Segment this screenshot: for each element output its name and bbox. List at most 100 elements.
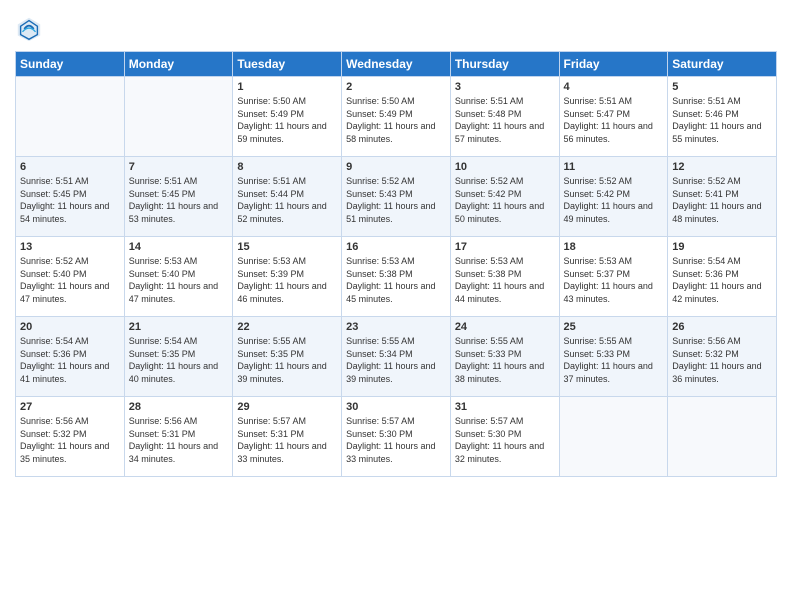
day-number: 17 [455,241,555,253]
cell-line: Sunset: 5:39 PM [237,268,337,281]
cell-line: Sunset: 5:32 PM [20,428,120,441]
cell-line: Daylight: 11 hours and 53 minutes. [129,200,229,225]
cell-line: Daylight: 11 hours and 52 minutes. [237,200,337,225]
cell-info: Sunrise: 5:57 AMSunset: 5:30 PMDaylight:… [455,415,555,465]
cell-line: Daylight: 11 hours and 39 minutes. [346,360,446,385]
cell-line: Daylight: 11 hours and 37 minutes. [564,360,664,385]
day-number: 22 [237,321,337,333]
cell-line: Sunrise: 5:51 AM [672,95,772,108]
cell-line: Sunrise: 5:50 AM [346,95,446,108]
cell-line: Sunrise: 5:55 AM [564,335,664,348]
cell-line: Sunrise: 5:56 AM [129,415,229,428]
calendar-cell: 21Sunrise: 5:54 AMSunset: 5:35 PMDayligh… [124,317,233,397]
cell-line: Sunrise: 5:51 AM [237,175,337,188]
day-number: 1 [237,81,337,93]
cell-info: Sunrise: 5:51 AMSunset: 5:45 PMDaylight:… [129,175,229,225]
cell-line: Daylight: 11 hours and 47 minutes. [129,280,229,305]
calendar-cell: 12 Sunrise: 5:52 AMSunset: 5:41 PMDayligh… [668,157,777,237]
calendar-container: SundayMondayTuesdayWednesdayThursdayFrid… [0,0,792,492]
cell-info: Sunrise: 5:54 AMSunset: 5:36 PMDaylight:… [20,335,120,385]
cell-line: Sunrise: 5:57 AM [237,415,337,428]
cell-line: Sunrise: 5:54 AM [20,335,120,348]
cell-line: Sunset: 5:40 PM [20,268,120,281]
calendar-cell: 14Sunrise: 5:53 AMSunset: 5:40 PMDayligh… [124,237,233,317]
calendar-cell: 18Sunrise: 5:53 AMSunset: 5:37 PMDayligh… [559,237,668,317]
cell-line: Daylight: 11 hours and 50 minutes. [455,200,555,225]
cell-info: Sunrise: 5:51 AMSunset: 5:47 PMDaylight:… [564,95,664,145]
calendar-cell [668,397,777,477]
calendar-row: 27Sunrise: 5:56 AMSunset: 5:32 PMDayligh… [16,397,777,477]
calendar-row: 13Sunrise: 5:52 AMSunset: 5:40 PMDayligh… [16,237,777,317]
cell-info: Sunrise: 5:56 AMSunset: 5:31 PMDaylight:… [129,415,229,465]
cell-line: Sunset: 5:36 PM [20,348,120,361]
cell-info: Sunrise: 5:50 AMSunset: 5:49 PMDaylight:… [346,95,446,145]
cell-line: Sunrise: 5:52 AM [564,175,664,188]
cell-line: Sunrise: 5:57 AM [455,415,555,428]
cell-line: Sunrise: 5:52 AM [20,255,120,268]
calendar-row: 1 Sunrise: 5:50 AMSunset: 5:49 PMDaylight… [16,77,777,157]
cell-info: Sunrise: 5:52 AMSunset: 5:40 PMDaylight:… [20,255,120,305]
cell-info: Sunrise: 5:53 AMSunset: 5:40 PMDaylight:… [129,255,229,305]
day-number: 12 [672,161,772,173]
cell-line: Daylight: 11 hours and 51 minutes. [346,200,446,225]
calendar-row: 20Sunrise: 5:54 AMSunset: 5:36 PMDayligh… [16,317,777,397]
cell-line: Daylight: 11 hours and 45 minutes. [346,280,446,305]
cell-line: Sunrise: 5:54 AM [129,335,229,348]
calendar-cell: 22Sunrise: 5:55 AMSunset: 5:35 PMDayligh… [233,317,342,397]
calendar-cell: 19Sunrise: 5:54 AMSunset: 5:36 PMDayligh… [668,237,777,317]
cell-info: Sunrise: 5:56 AMSunset: 5:32 PMDaylight:… [20,415,120,465]
cell-line: Sunrise: 5:52 AM [455,175,555,188]
calendar-table: SundayMondayTuesdayWednesdayThursdayFrid… [15,51,777,477]
cell-info: Sunrise: 5:55 AMSunset: 5:34 PMDaylight:… [346,335,446,385]
logo [15,15,47,43]
calendar-header: SundayMondayTuesdayWednesdayThursdayFrid… [16,52,777,77]
day-number: 13 [20,241,120,253]
cell-line: Daylight: 11 hours and 49 minutes. [564,200,664,225]
cell-line: Sunset: 5:42 PM [564,188,664,201]
cell-line: Sunset: 5:45 PM [20,188,120,201]
day-number: 5 [672,81,772,93]
calendar-cell: 4Sunrise: 5:51 AMSunset: 5:47 PMDaylight… [559,77,668,157]
cell-line: Daylight: 11 hours and 55 minutes. [672,120,772,145]
header-row: SundayMondayTuesdayWednesdayThursdayFrid… [16,52,777,77]
calendar-cell [559,397,668,477]
cell-line: Sunrise: 5:57 AM [346,415,446,428]
cell-line: Sunset: 5:43 PM [346,188,446,201]
calendar-cell: 11Sunrise: 5:52 AMSunset: 5:42 PMDayligh… [559,157,668,237]
cell-line: Daylight: 11 hours and 41 minutes. [20,360,120,385]
header-day: Friday [559,52,668,77]
cell-line: Daylight: 11 hours and 56 minutes. [564,120,664,145]
day-number: 10 [455,161,555,173]
cell-line: Sunrise: 5:52 AM [346,175,446,188]
calendar-cell: 13 Sunrise: 5:52 AMSunset: 5:40 PMDayligh… [16,237,125,317]
cell-line: Sunset: 5:41 PM [672,188,772,201]
cell-line: Daylight: 11 hours and 44 minutes. [455,280,555,305]
cell-line: Sunset: 5:45 PM [129,188,229,201]
cell-info: Sunrise: 5:53 AMSunset: 5:39 PMDaylight:… [237,255,337,305]
cell-line: Daylight: 11 hours and 40 minutes. [129,360,229,385]
cell-info: Sunrise: 5:53 AMSunset: 5:38 PMDaylight:… [346,255,446,305]
cell-line: Sunrise: 5:50 AM [237,95,337,108]
day-number: 20 [20,321,120,333]
calendar-cell: 27 Sunrise: 5:56 AMSunset: 5:32 PMDayligh… [16,397,125,477]
cell-line: Sunrise: 5:51 AM [564,95,664,108]
calendar-row: 6Sunrise: 5:51 AMSunset: 5:45 PMDaylight… [16,157,777,237]
day-number: 26 [672,321,772,333]
cell-info: Sunrise: 5:51 AMSunset: 5:46 PMDaylight:… [672,95,772,145]
cell-line: Daylight: 11 hours and 34 minutes. [129,440,229,465]
cell-line: Sunset: 5:47 PM [564,108,664,121]
cell-line: Daylight: 11 hours and 59 minutes. [237,120,337,145]
cell-line: Daylight: 11 hours and 39 minutes. [237,360,337,385]
calendar-cell: 16 Sunrise: 5:53 AMSunset: 5:38 PMDayligh… [342,237,451,317]
calendar-cell: 7Sunrise: 5:51 AMSunset: 5:45 PMDaylight… [124,157,233,237]
cell-line: Sunrise: 5:54 AM [672,255,772,268]
cell-info: Sunrise: 5:54 AMSunset: 5:36 PMDaylight:… [672,255,772,305]
day-number: 27 [20,401,120,413]
cell-info: Sunrise: 5:52 AMSunset: 5:42 PMDaylight:… [455,175,555,225]
cell-line: Sunrise: 5:51 AM [129,175,229,188]
cell-info: Sunrise: 5:52 AMSunset: 5:42 PMDaylight:… [564,175,664,225]
cell-line: Sunset: 5:34 PM [346,348,446,361]
calendar-cell: 9Sunrise: 5:52 AMSunset: 5:43 PMDaylight… [342,157,451,237]
day-number: 16 [346,241,446,253]
cell-info: Sunrise: 5:52 AMSunset: 5:41 PMDaylight:… [672,175,772,225]
